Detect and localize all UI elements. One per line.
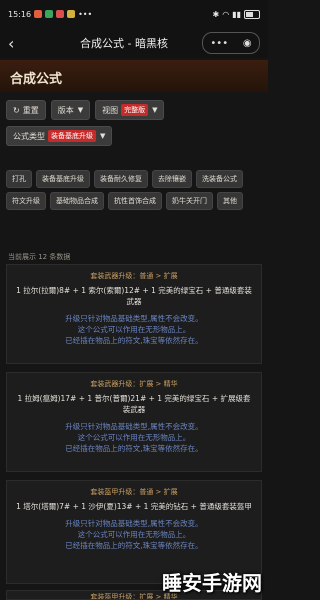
category-button[interactable]: 去除镶嵌 [152, 170, 192, 188]
card-recipe: 1 拉姆(瘟姆)17# + 1 普尔(普爾)21# + 1 完美的绿宝石 + 扩… [17, 394, 251, 414]
category-button[interactable]: 装备耐久修复 [94, 170, 148, 188]
caret-down-icon: ▼ [152, 106, 158, 114]
card-note: 这个公式可以作用在无形物品上。 [77, 433, 191, 442]
wifi-icon: ◠ [222, 9, 230, 19]
app-notification-icon-2 [56, 10, 65, 18]
category-button[interactable]: 基础物品合成 [50, 192, 104, 210]
signal-icon: ▮▮ [232, 9, 241, 19]
view-dropdown[interactable]: 视图 完整版 ▼ [95, 100, 165, 120]
nav-title: 合成公式 - 暗黑核 [80, 37, 168, 50]
category-button[interactable]: 打孔 [6, 170, 32, 188]
formula-card: 套装武器升级：普通 > 扩展 1 拉尔(拉爾)8# + 1 索尔(索爾)12# … [6, 264, 262, 364]
card-recipe: 1 拉尔(拉爾)8# + 1 索尔(索爾)12# + 1 完美的绿宝石 + 普通… [16, 286, 252, 306]
battery-icon [244, 9, 260, 19]
card-note: 升级只针对物品基础类型,属性不会改变。 [65, 519, 203, 528]
page-header: 合成公式 [0, 60, 268, 92]
target-icon[interactable]: ◉ [243, 38, 252, 49]
formula-card: 套装武器升级：扩展 > 精华 1 拉姆(瘟姆)17# + 1 普尔(普爾)21#… [6, 372, 262, 472]
result-count: 当前展示 12 条数据 [8, 253, 71, 261]
category-button[interactable]: 洗装备公式 [196, 170, 243, 188]
page-title: 合成公式 [10, 72, 63, 87]
app-notification-icon-3 [67, 10, 76, 18]
formula-type-dropdown[interactable]: 公式类型 装备基底升级 ▼ [6, 126, 113, 146]
formula-type-badge: 装备基底升级 [48, 130, 96, 142]
more-notifications-icon: ••• [78, 9, 93, 19]
nav-bar: ‹ 合成公式 - 暗黑核 ••• ◉ [0, 28, 268, 58]
status-time: 15:16 [8, 9, 32, 19]
status-bar: 15:16 ••• ✱ ◠ ▮▮ [0, 0, 268, 28]
version-dropdown[interactable]: 版本 ▼ [50, 100, 91, 120]
category-button[interactable]: 符文升级 [6, 192, 46, 210]
card-note: 升级只针对物品基础类型,属性不会改变。 [65, 314, 203, 323]
caret-down-icon: ▼ [100, 132, 106, 140]
card-note: 已经插在物品上的符文,珠宝等依然存在。 [65, 541, 203, 550]
category-button[interactable]: 装备基底升级 [36, 170, 90, 188]
card-note: 这个公式可以作用在无形物品上。 [77, 530, 191, 539]
card-note: 已经插在物品上的符文,珠宝等依然存在。 [65, 444, 203, 453]
card-note: 这个公式可以作用在无形物品上。 [77, 325, 191, 334]
mini-program-capsule[interactable]: ••• ◉ [202, 32, 260, 54]
category-button[interactable]: 奶牛关开门 [166, 192, 213, 210]
back-icon[interactable]: ‹ [8, 34, 26, 53]
reset-button[interactable]: ↻ 重置 [6, 100, 46, 120]
category-buttons: 打孔 装备基底升级 装备耐久修复 去除镶嵌 洗装备公式 符文升级 基础物品合成 … [6, 170, 264, 210]
app-notification-icon [34, 10, 43, 18]
watermark: 睡安手游网 [162, 571, 262, 595]
card-title: 套装武器升级：扩展 > 精华 [90, 380, 178, 388]
category-button[interactable]: 其他 [217, 192, 243, 210]
refresh-icon: ↻ [13, 105, 20, 115]
card-recipe: 1 塔尔(塔爾)7# + 1 沙伊(夏)13# + 1 完美的钻石 + 普通级套… [16, 502, 252, 511]
filter-controls: ↻ 重置 版本 ▼ 视图 完整版 ▼ 公式类型 装备基底升级 ▼ [6, 100, 264, 152]
card-note: 已经插在物品上的符文,珠宝等依然存在。 [65, 336, 203, 345]
view-badge: 完整版 [121, 104, 149, 116]
card-title: 套装武器升级：普通 > 扩展 [90, 272, 178, 280]
caret-down-icon: ▼ [77, 106, 84, 114]
wechat-notification-icon [45, 10, 54, 18]
card-title: 套装盔甲升级：普通 > 扩展 [90, 488, 178, 496]
bluetooth-icon: ✱ [212, 9, 220, 19]
category-button[interactable]: 抗性首饰合成 [108, 192, 162, 210]
ellipsis-icon[interactable]: ••• [210, 38, 228, 49]
card-note: 升级只针对物品基础类型,属性不会改变。 [65, 422, 203, 431]
